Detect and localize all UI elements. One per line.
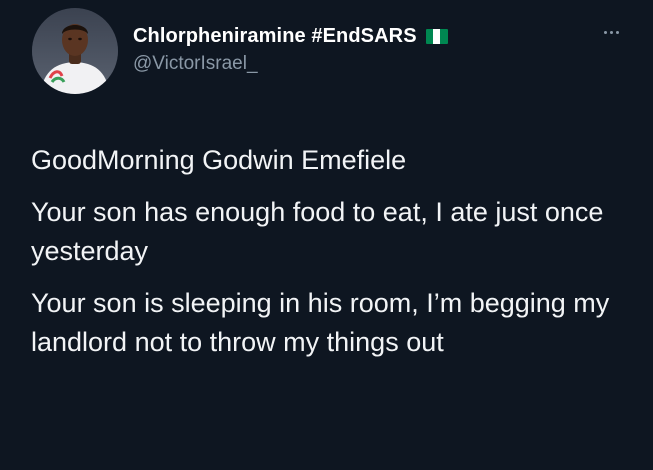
avatar[interactable] [32, 8, 118, 94]
more-options-icon[interactable] [596, 22, 626, 42]
tweet-paragraph: Your son has enough food to eat, I ate j… [31, 197, 604, 266]
flag-stripe-middle [432, 28, 441, 44]
nigeria-flag-icon [425, 28, 448, 44]
more-dot [615, 30, 619, 34]
user-handle[interactable]: @VictorIsrael_ [133, 53, 593, 75]
author-name-row: Chlorpheniramine #EndSARS [133, 23, 593, 49]
tweet-paragraph: Your son is sleeping in his room, I’m be… [31, 288, 610, 357]
more-dot [609, 30, 613, 34]
tweet-text: GoodMorning Godwin Emefiele Your son has… [31, 141, 631, 375]
flag-stripe-right [440, 28, 448, 44]
display-name[interactable]: Chlorpheniramine #EndSARS [133, 25, 417, 48]
more-dot [603, 30, 607, 34]
tweet-paragraph: GoodMorning Godwin Emefiele [31, 145, 407, 175]
tweet-header: Chlorpheniramine #EndSARS @VictorIsrael_ [133, 23, 593, 75]
avatar-image [32, 8, 118, 94]
flag-stripe-left [425, 28, 433, 44]
tweet-card: Chlorpheniramine #EndSARS @VictorIsrael_… [0, 0, 653, 470]
